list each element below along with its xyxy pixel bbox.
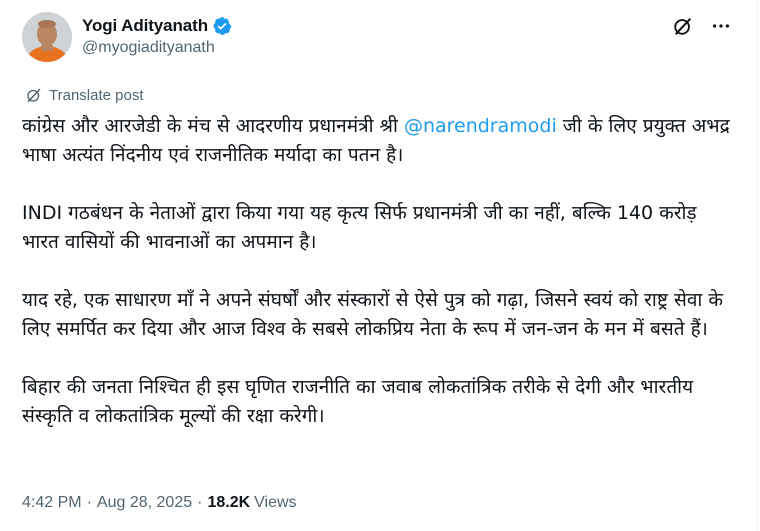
- name-row: Yogi Adityanath: [82, 15, 232, 37]
- grok-icon[interactable]: [671, 14, 695, 38]
- post-time[interactable]: 4:42 PM: [22, 494, 82, 512]
- mention-link[interactable]: @narendramodi: [404, 115, 557, 137]
- divider: [756, 0, 757, 531]
- avatar-image: [22, 12, 72, 62]
- views-label: Views: [254, 494, 297, 511]
- post-body: कांग्रेस और आरजेडी के मंच से आदरणीय प्रध…: [22, 112, 737, 460]
- meta-separator: ·: [197, 494, 203, 511]
- verified-badge-icon[interactable]: [212, 16, 232, 36]
- translate-post-link[interactable]: Translate post: [25, 86, 144, 104]
- meta-separator: ·: [86, 494, 92, 511]
- more-options-icon[interactable]: [709, 14, 733, 38]
- header-actions: [671, 14, 733, 38]
- avatar[interactable]: [22, 12, 72, 62]
- post-paragraph-3: याद रहे, एक साधारण माँ ने अपने संघर्षों …: [22, 289, 723, 340]
- author-names: Yogi Adityanath @myogiadityanath: [82, 15, 232, 57]
- views-count[interactable]: 18.2K: [207, 494, 250, 512]
- post-card: Yogi Adityanath @myogiadityanath Transla…: [0, 0, 760, 531]
- author-display-name[interactable]: Yogi Adityanath: [82, 16, 208, 36]
- post-paragraph-2: INDI गठबंधन के नेताओं द्वारा किया गया यह…: [22, 202, 697, 253]
- post-header: Yogi Adityanath @myogiadityanath: [22, 12, 737, 64]
- post-paragraph-1: कांग्रेस और आरजेडी के मंच से आदरणीय प्रध…: [22, 112, 737, 170]
- translate-icon: [27, 88, 41, 103]
- post-text: कांग्रेस और आरजेडी के मंच से आदरणीय प्रध…: [22, 115, 404, 137]
- post-meta: 4:42 PM · Aug 28, 2025 · 18.2K Views: [22, 494, 297, 512]
- post-date[interactable]: Aug 28, 2025: [97, 494, 192, 512]
- translate-label: Translate post: [49, 86, 144, 104]
- author-handle[interactable]: @myogiadityanath: [82, 39, 232, 57]
- post-paragraph-4: बिहार की जनता निश्चित ही इस घृणित राजनीत…: [22, 376, 694, 427]
